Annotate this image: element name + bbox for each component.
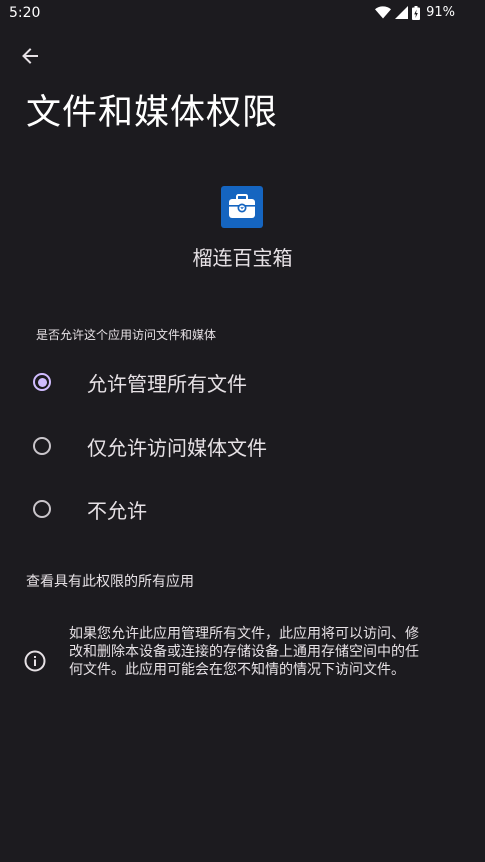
- option-label: 允许管理所有文件: [87, 371, 247, 396]
- status-icons: 91%: [375, 5, 455, 20]
- app-icon: [221, 186, 263, 228]
- arrow-left-icon: [22, 48, 38, 64]
- option-deny[interactable]: 不允许: [0, 481, 485, 537]
- option-media-only[interactable]: 仅允许访问媒体文件: [0, 418, 485, 474]
- permission-question: 是否允许这个应用访问文件和媒体: [36, 328, 217, 342]
- app-name: 榴连百宝箱: [192, 246, 293, 270]
- radio-button[interactable]: [33, 437, 51, 455]
- radio-button[interactable]: [33, 500, 51, 518]
- radio-dot: [37, 377, 47, 387]
- back-button[interactable]: [14, 40, 46, 72]
- page-title: 文件和媒体权限: [26, 93, 279, 133]
- battery-level: 91%: [426, 5, 455, 20]
- info-description: 如果您允许此应用管理所有文件，此应用将可以访问、修改和删除本设备或连接的存储设备…: [69, 626, 419, 678]
- status-bar: 5:20 91%: [0, 0, 485, 28]
- battery-icon: [412, 5, 421, 20]
- wifi-icon: [375, 6, 392, 19]
- option-allow-all-files[interactable]: 允许管理所有文件: [0, 354, 485, 410]
- info-icon: [24, 650, 46, 672]
- option-label: 仅允许访问媒体文件: [87, 435, 267, 460]
- see-all-apps-link[interactable]: 查看具有此权限的所有应用: [26, 571, 194, 591]
- signal-icon: [395, 6, 409, 19]
- toolbox-icon: [229, 194, 255, 218]
- option-label: 不允许: [87, 498, 147, 523]
- status-time: 5:20: [9, 5, 41, 21]
- radio-button-checked[interactable]: [33, 373, 51, 391]
